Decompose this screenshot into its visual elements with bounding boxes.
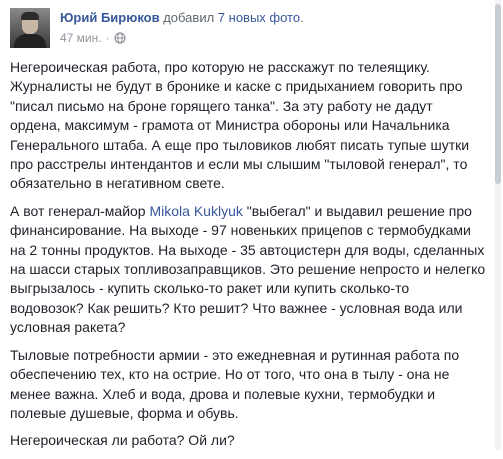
post-meta-line: Юрий Бирюков добавил 7 новых фото.: [60, 10, 304, 25]
post-paragraph-2: А вот генерал-майор Mikola Kuklyuk "выбе…: [10, 202, 486, 338]
scrollbar-thumb[interactable]: [495, 4, 501, 184]
post-body: Негероическая работа, про которую не рас…: [10, 58, 486, 459]
new-photos-link[interactable]: 7 новых фото: [218, 10, 300, 25]
paragraph-2-start: А вот генерал-майор: [10, 202, 150, 219]
post-paragraph-4: Негероическая ли работа? Ой ли?: [10, 432, 235, 449]
post-paragraph-1: Негероическая работа, про которую не рас…: [10, 59, 470, 192]
time-separator: ·: [105, 31, 110, 45]
action-text: добавил: [163, 10, 215, 25]
post-paragraph-3: Тыловые потребности армии - это ежедневн…: [10, 346, 460, 421]
action-suffix: .: [300, 10, 304, 25]
author-name-link[interactable]: Юрий Бирюков: [60, 10, 160, 25]
post-time-line: 47 мин. ·: [60, 31, 126, 45]
mention-link[interactable]: Mikola Kuklyuk: [150, 203, 243, 219]
facebook-post: Юрий Бирюков добавил 7 новых фото. 47 ми…: [0, 0, 503, 450]
avatar-hair: [21, 12, 39, 20]
scrollbar[interactable]: [495, 0, 501, 450]
post-header: Юрий Бирюков добавил 7 новых фото. 47 ми…: [10, 6, 493, 50]
globe-icon[interactable]: [114, 32, 126, 44]
paragraph-2-rest: "выбегал" и выдавил решение про финансир…: [10, 202, 486, 336]
author-avatar[interactable]: [10, 8, 50, 48]
post-timestamp[interactable]: 47 мин.: [60, 31, 102, 45]
avatar-shoulders: [14, 34, 46, 48]
